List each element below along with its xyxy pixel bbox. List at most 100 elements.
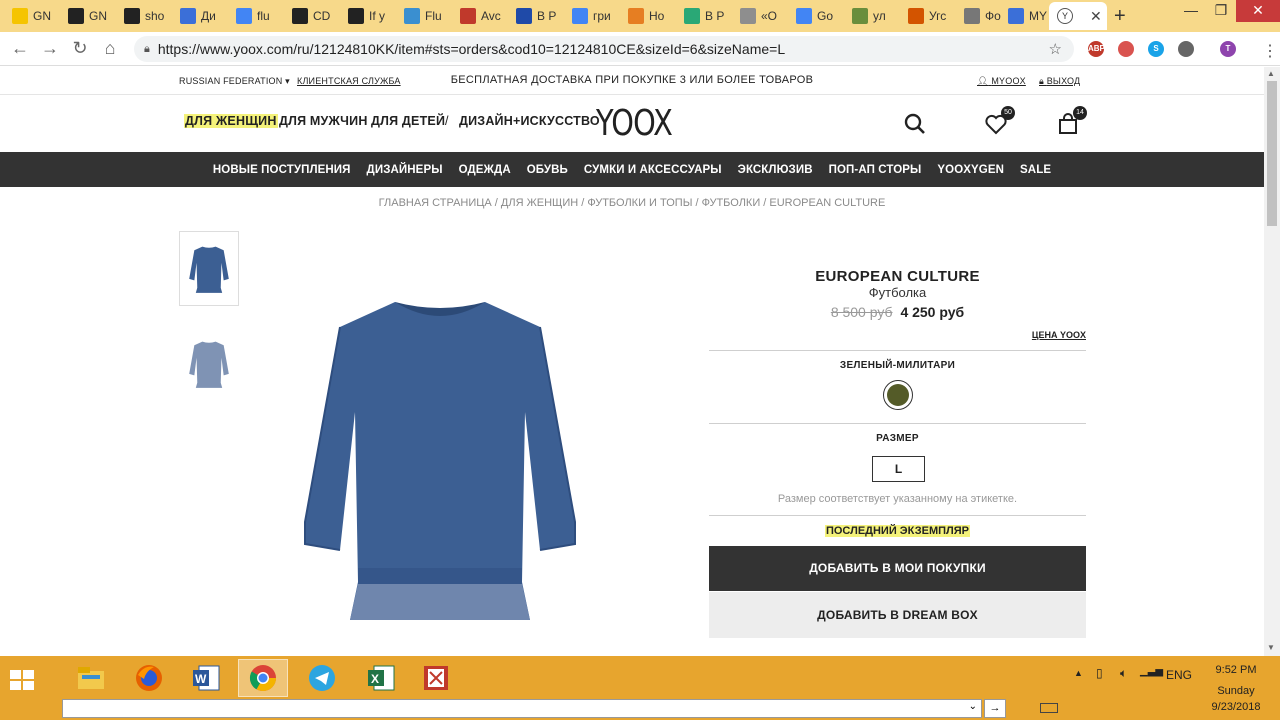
add-to-cart-button[interactable]: ДОБАВИТЬ В МОИ ПОКУПКИ bbox=[709, 546, 1086, 591]
tray-expand-icon[interactable]: ▲ bbox=[1074, 668, 1083, 678]
scroll-up-icon[interactable]: ▲ bbox=[1267, 69, 1275, 78]
chevron-down-icon[interactable]: ⌄ bbox=[969, 701, 977, 712]
extension-icon[interactable]: T bbox=[1220, 41, 1236, 57]
extension-icon[interactable]: S bbox=[1148, 41, 1164, 57]
clock-time: 9:52 PM bbox=[1215, 664, 1257, 676]
main-nav-item[interactable]: ПОП-АП СТОРЫ bbox=[829, 164, 922, 176]
yoox-price-link[interactable]: ЦЕНА YOOX bbox=[1032, 330, 1086, 340]
product-thumbnail-1[interactable] bbox=[179, 231, 239, 306]
tab-title: Go bbox=[817, 9, 834, 23]
product-main-image[interactable] bbox=[290, 282, 590, 627]
go-arrow-icon[interactable]: → bbox=[984, 699, 1006, 718]
page-scrollbar[interactable]: ▲ ▼ bbox=[1264, 67, 1280, 656]
browser-tab[interactable]: GN bbox=[60, 2, 116, 30]
language-indicator[interactable]: ENG bbox=[1166, 668, 1192, 682]
main-nav-item[interactable]: ЭКСКЛЮЗИВ bbox=[738, 164, 813, 176]
taskbar-address-input[interactable]: ⌄ bbox=[62, 699, 982, 718]
add-to-dreambox-button[interactable]: ДОБАВИТЬ В DREAM BOX bbox=[709, 592, 1086, 638]
nav-design-art[interactable]: ДИЗАЙН+ИСКУССТВО bbox=[459, 114, 600, 128]
main-nav-item[interactable]: ОБУВЬ bbox=[527, 164, 568, 176]
bookmark-star-icon[interactable]: ☆ bbox=[1049, 40, 1062, 58]
browser-tab[interactable]: «О bbox=[732, 2, 788, 30]
product-brand[interactable]: EUROPEAN CULTURE bbox=[709, 268, 1086, 285]
system-clock[interactable]: 9:52 PM Sunday bbox=[1196, 660, 1276, 702]
color-label: ЗЕЛЕНЫЙ-МИЛИТАРИ bbox=[839, 360, 956, 371]
nav-men[interactable]: ДЛЯ МУЖЧИН bbox=[279, 114, 368, 128]
tab-active[interactable]: Y ✕ bbox=[1049, 2, 1107, 30]
tray-device-icon[interactable]: ▯ bbox=[1096, 666, 1103, 680]
url-field[interactable]: 🔒︎ https://www.yoox.com/ru/12124810KK/it… bbox=[134, 36, 1074, 62]
scrollbar-thumb[interactable] bbox=[1267, 81, 1277, 226]
color-swatch[interactable] bbox=[883, 380, 913, 410]
extension-icon[interactable] bbox=[1118, 41, 1134, 57]
breadcrumb[interactable]: ГЛАВНАЯ СТРАНИЦА / ДЛЯ ЖЕНЩИН / ФУТБОЛКИ… bbox=[0, 197, 1264, 209]
site-header: ДЛЯ ЖЕНЩИН ДЛЯ МУЖЧИН ДЛЯ ДЕТЕЙ / ДИЗАЙН… bbox=[0, 95, 1264, 152]
browser-tab[interactable]: Flu bbox=[396, 2, 452, 30]
file-explorer-icon[interactable] bbox=[66, 659, 116, 697]
word-icon[interactable]: W bbox=[181, 659, 231, 697]
browser-tab[interactable]: If y bbox=[340, 2, 396, 30]
windows-start-icon[interactable] bbox=[8, 668, 36, 692]
tab-title: Фо bbox=[985, 9, 1001, 23]
new-tab-icon[interactable]: + bbox=[1114, 5, 1126, 28]
product-thumbnail-2[interactable] bbox=[179, 326, 239, 401]
browser-tab[interactable]: Но bbox=[620, 2, 676, 30]
back-icon[interactable]: ← bbox=[9, 38, 31, 59]
tab-favicon-icon bbox=[572, 8, 588, 24]
yoox-logo[interactable]: YOOX bbox=[596, 103, 673, 144]
minimize-icon[interactable]: — bbox=[1176, 0, 1206, 22]
network-icon[interactable]: ▁▃▅ bbox=[1140, 666, 1163, 677]
pdf-app-icon[interactable] bbox=[411, 659, 461, 697]
nav-separator: / bbox=[445, 114, 449, 128]
browser-tab[interactable]: гри bbox=[564, 2, 620, 30]
size-option-l[interactable]: L bbox=[872, 456, 925, 482]
firefox-icon[interactable] bbox=[124, 659, 174, 697]
main-nav-item[interactable]: SALE bbox=[1020, 164, 1051, 176]
keyboard-icon[interactable] bbox=[1040, 703, 1058, 713]
maximize-icon[interactable]: ❐ bbox=[1206, 0, 1236, 22]
telegram-icon[interactable] bbox=[297, 659, 347, 697]
main-nav-item[interactable]: СУМКИ И АКСЕССУАРЫ bbox=[584, 164, 722, 176]
logout-link[interactable]: 🔒︎ ВЫХОД bbox=[1039, 76, 1080, 87]
browser-tab[interactable]: Ди bbox=[172, 2, 228, 30]
browser-tab[interactable]: ул bbox=[844, 2, 900, 30]
browser-tab[interactable]: Угс bbox=[900, 2, 956, 30]
window-close-icon[interactable]: ✕ bbox=[1236, 0, 1280, 22]
search-icon[interactable] bbox=[903, 112, 927, 136]
chrome-icon[interactable] bbox=[238, 659, 288, 697]
main-nav-item[interactable]: ОДЕЖДА bbox=[459, 164, 511, 176]
lock-icon: 🔒︎ bbox=[1039, 76, 1044, 86]
yoox-tab-icon: Y bbox=[1057, 8, 1073, 24]
extension-icon[interactable] bbox=[1178, 41, 1194, 57]
browser-menu-icon[interactable]: ⋮ bbox=[1262, 41, 1278, 61]
browser-tab[interactable]: MY bbox=[1000, 2, 1048, 30]
svg-text:X: X bbox=[371, 672, 379, 686]
scroll-down-icon[interactable]: ▼ bbox=[1267, 643, 1275, 652]
myoox-link[interactable]: 👤︎ MYOOX bbox=[977, 76, 1026, 87]
divider bbox=[709, 423, 1086, 424]
reload-icon[interactable]: ↻ bbox=[69, 38, 91, 59]
volume-icon[interactable]: 🔈︎ bbox=[1120, 666, 1127, 681]
excel-icon[interactable]: X bbox=[356, 659, 406, 697]
tab-title: Но bbox=[649, 9, 665, 23]
nav-kids[interactable]: ДЛЯ ДЕТЕЙ bbox=[371, 114, 445, 128]
divider bbox=[709, 350, 1086, 351]
main-nav-item[interactable]: НОВЫЕ ПОСТУПЛЕНИЯ bbox=[213, 164, 351, 176]
close-tab-icon[interactable]: ✕ bbox=[1090, 8, 1102, 25]
forward-icon[interactable]: → bbox=[39, 38, 61, 59]
browser-tab[interactable]: В Р bbox=[508, 2, 564, 30]
browser-tab[interactable]: GN bbox=[4, 2, 60, 30]
extension-icon[interactable]: ABP bbox=[1088, 41, 1105, 57]
browser-tab[interactable]: flu bbox=[228, 2, 284, 30]
tab-title: «О bbox=[761, 9, 778, 23]
home-icon[interactable]: ⌂ bbox=[99, 38, 121, 59]
browser-tab[interactable]: Avc bbox=[452, 2, 508, 30]
main-nav-item[interactable]: YOOXYGEN bbox=[937, 164, 1004, 176]
main-nav-item[interactable]: ДИЗАЙНЕРЫ bbox=[367, 164, 443, 176]
browser-tab[interactable]: CD bbox=[284, 2, 340, 30]
browser-tab[interactable]: Go bbox=[788, 2, 844, 30]
nav-women[interactable]: ДЛЯ ЖЕНЩИН bbox=[184, 114, 278, 128]
browser-tab[interactable]: sho bbox=[116, 2, 172, 30]
tab-favicon-icon bbox=[516, 8, 532, 24]
browser-tab[interactable]: В Р bbox=[676, 2, 732, 30]
